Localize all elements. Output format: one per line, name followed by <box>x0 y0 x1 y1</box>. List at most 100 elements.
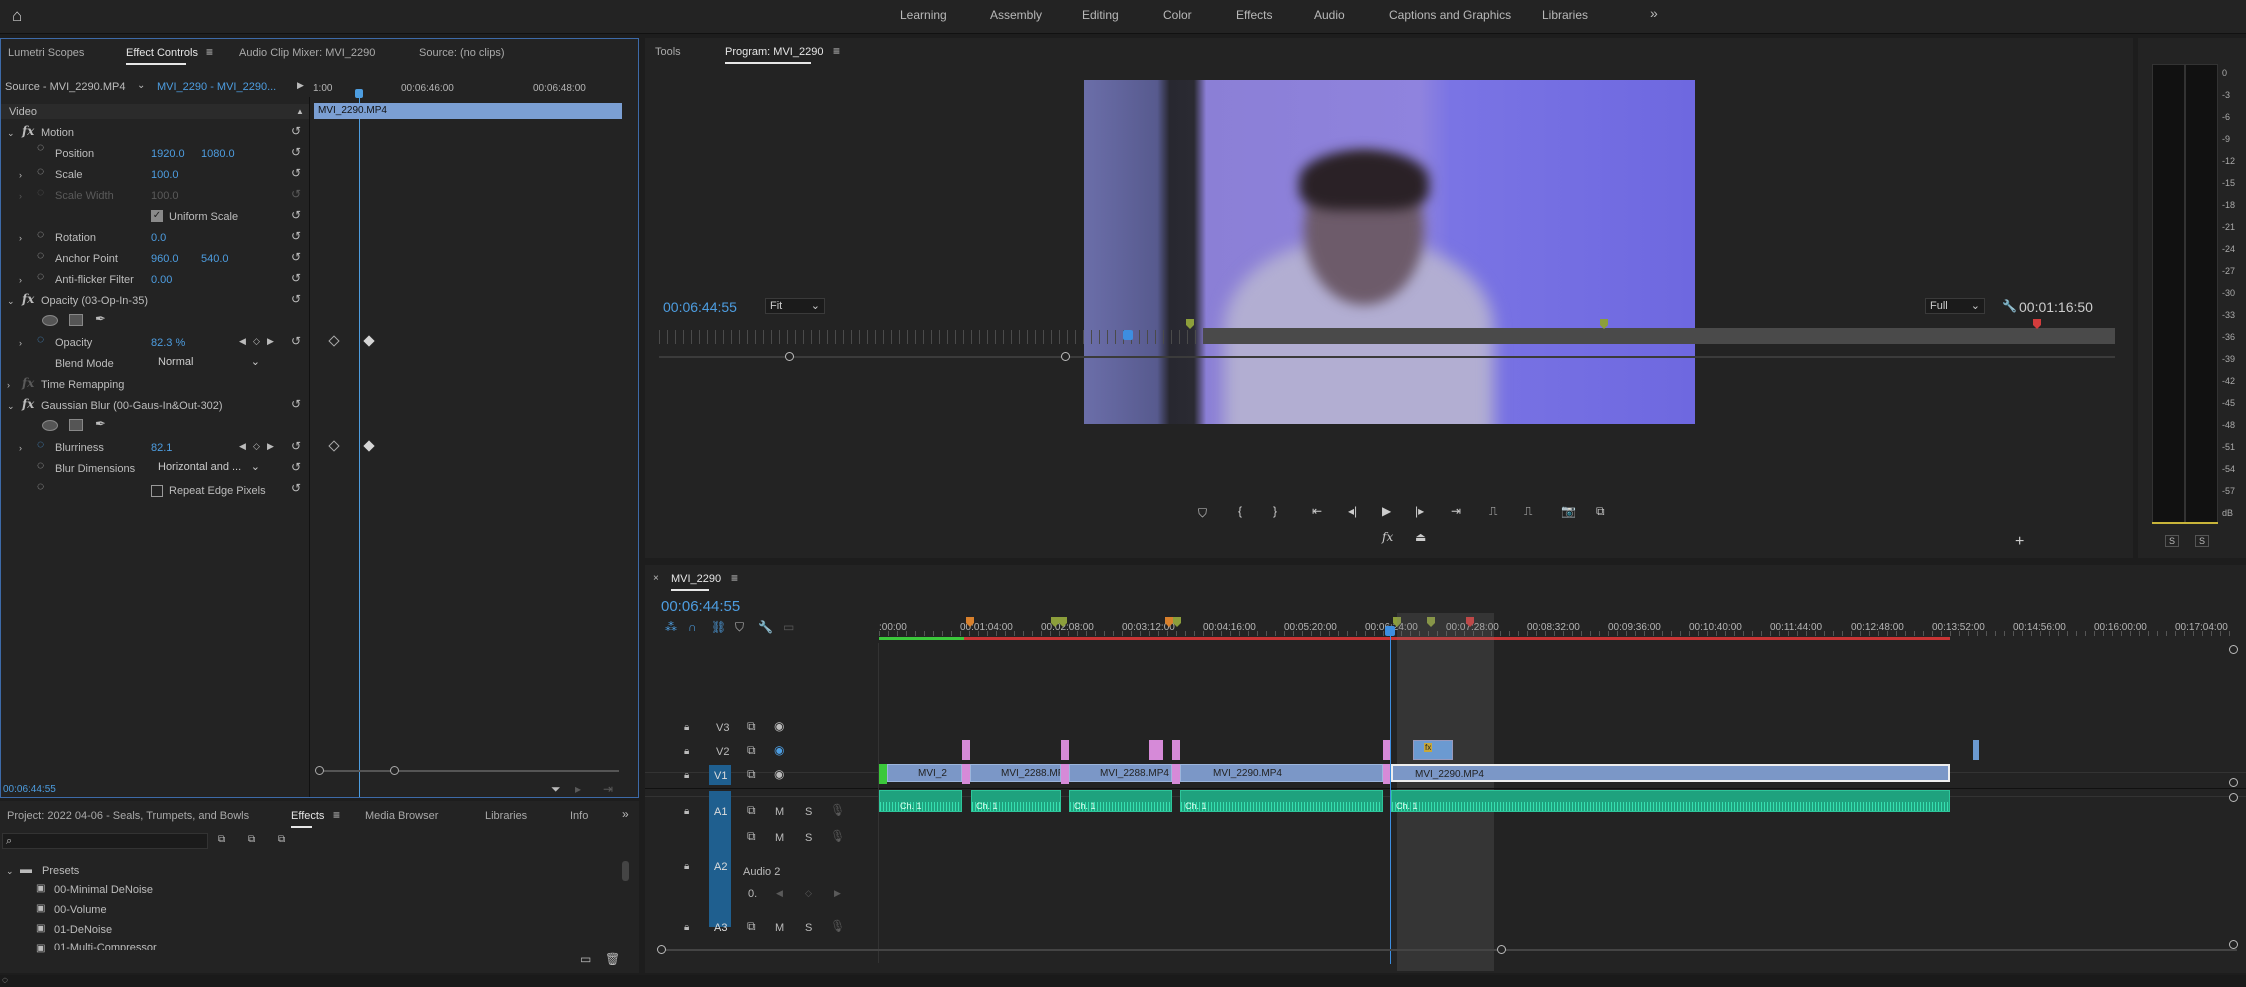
a1-clip[interactable]: Ch. 1 <box>1391 790 1950 812</box>
next-keyframe-icon[interactable]: ▶ <box>834 887 841 899</box>
camera-icon[interactable]: 📷 <box>1561 504 1576 518</box>
position-y-value[interactable]: 1080.0 <box>201 148 235 160</box>
program-zoom-bar[interactable] <box>659 356 2115 358</box>
ellipse-mask-icon[interactable] <box>42 420 58 431</box>
wrench-icon[interactable]: 🔧 <box>758 621 773 633</box>
track-a1-label[interactable]: A1 <box>714 806 727 818</box>
sequence-selector[interactable]: MVI_2290 - MVI_2290... <box>157 81 292 93</box>
reset-icon[interactable]: ↺ <box>291 145 301 159</box>
repeat-edge-checkbox[interactable] <box>151 485 163 497</box>
lock-icon[interactable]: 🔒︎ <box>684 770 689 782</box>
position-x-value[interactable]: 1920.0 <box>151 148 185 160</box>
collapse-chevron-icon[interactable]: ⌄ <box>7 127 15 139</box>
preset-item[interactable]: 01-Multi-Compressor <box>54 942 157 950</box>
microphone-icon[interactable]: 🎙︎ <box>830 830 845 842</box>
pen-mask-icon[interactable]: ✒ <box>95 417 106 430</box>
prev-keyframe-icon[interactable]: ◀ <box>776 887 783 899</box>
eye-icon[interactable]: ◉ <box>774 720 784 732</box>
home-icon[interactable]: ⌂ <box>12 6 22 26</box>
next-keyframe-icon[interactable]: ▶ <box>267 440 274 452</box>
stopwatch-icon[interactable]: ◌ <box>37 141 44 153</box>
extract-icon[interactable]: ⎍ <box>1524 504 1532 519</box>
lock-icon[interactable]: 🔒︎ <box>684 746 689 758</box>
scale-value[interactable]: 100.0 <box>151 169 179 181</box>
v2-clip[interactable] <box>1973 740 1979 760</box>
lift-icon[interactable]: ⎍ <box>1489 504 1497 519</box>
workspace-assembly[interactable]: Assembly <box>990 8 1042 22</box>
expand-chevron-icon[interactable]: › <box>19 274 22 286</box>
linked-selection-icon[interactable]: ⛓ <box>711 621 726 633</box>
tab-media-browser[interactable]: Media Browser <box>365 810 438 822</box>
solo-button[interactable]: S <box>805 922 812 934</box>
video-track-scroll-handle-top[interactable] <box>2229 645 2238 654</box>
ec-zoom-scrollbar[interactable] <box>319 770 619 772</box>
tab-source[interactable]: Source: (no clips) <box>419 47 505 59</box>
v1-transition[interactable] <box>1061 764 1069 784</box>
new-bin-icon[interactable]: ▭ <box>580 953 591 965</box>
video-track-scroll-handle[interactable] <box>2229 778 2238 787</box>
expand-chevron-icon[interactable]: › <box>7 379 10 391</box>
reset-icon[interactable]: ↺ <box>291 166 301 180</box>
blur-dimensions-dropdown[interactable]: Horizontal and ... ⌄ <box>154 460 264 474</box>
program-video-frame[interactable] <box>1084 80 1695 424</box>
program-timecode[interactable]: 00:06:44:55 <box>663 299 737 315</box>
source-selector[interactable]: Source - MVI_2290.MP4 <box>5 81 135 93</box>
stopwatch-icon[interactable]: ◌ <box>37 165 44 177</box>
stopwatch-icon[interactable]: ◌ <box>37 249 44 261</box>
v1-transition[interactable] <box>1172 764 1180 784</box>
fx-toggle-icon[interactable]: fx <box>1382 530 1393 544</box>
more-workspaces-icon[interactable]: » <box>1650 5 1658 21</box>
v1-clip[interactable]: MVI_2290.MP4 <box>1180 764 1383 782</box>
sync-lock-icon[interactable]: ⧉ <box>747 720 756 732</box>
audio-track-scroll-handle-bottom[interactable] <box>2229 940 2238 949</box>
play-icon[interactable]: ▶ <box>1382 504 1391 518</box>
microphone-icon[interactable]: 🎙︎ <box>830 920 845 932</box>
sync-lock-icon[interactable]: ⧉ <box>747 920 756 932</box>
reset-icon[interactable]: ↺ <box>291 271 301 285</box>
lock-icon[interactable]: 🔒︎ <box>684 806 689 818</box>
tab-audio-clip-mixer[interactable]: Audio Clip Mixer: MVI_2290 <box>239 47 375 59</box>
keyframe[interactable] <box>363 335 375 347</box>
mark-out-icon[interactable]: } <box>1273 504 1277 518</box>
stopwatch-icon[interactable]: ◌ <box>37 438 44 450</box>
mute-button[interactable]: M <box>775 922 784 934</box>
32bit-effects-icon[interactable]: ⧉ <box>248 834 255 846</box>
mute-button[interactable]: M <box>775 832 784 844</box>
sync-lock-icon[interactable]: ⧉ <box>747 768 756 780</box>
stopwatch-icon[interactable]: ◌ <box>37 459 44 471</box>
rectangle-mask-icon[interactable] <box>69 419 83 431</box>
go-to-out-icon[interactable]: ⇥ <box>1451 504 1461 518</box>
v2-clip[interactable] <box>1172 740 1180 760</box>
expand-chevron-icon[interactable]: › <box>19 169 22 181</box>
workspace-color[interactable]: Color <box>1163 8 1192 22</box>
v1-clip[interactable]: MVI_2288.MP4 <box>1069 764 1172 782</box>
timeline-zoom-handle-left[interactable] <box>657 945 666 954</box>
sync-lock-icon[interactable]: ⧉ <box>747 804 756 816</box>
track-a2-label[interactable]: A2 <box>714 861 727 873</box>
program-zoom-handle-right[interactable] <box>1061 352 1070 361</box>
timeline-zoom-handle-right[interactable] <box>1497 945 1506 954</box>
reset-icon[interactable]: ↺ <box>291 229 301 243</box>
keyframe[interactable] <box>328 440 340 452</box>
solo-button[interactable]: S <box>805 832 812 844</box>
reset-icon[interactable]: ↺ <box>291 397 301 411</box>
more-panels-icon[interactable]: » <box>622 808 629 820</box>
reset-icon[interactable]: ↺ <box>291 208 301 222</box>
tab-tools[interactable]: Tools <box>655 46 681 58</box>
sync-lock-icon[interactable]: ⧉ <box>747 830 756 842</box>
collapse-chevron-icon[interactable]: ⌄ <box>7 295 15 307</box>
preset-item[interactable]: 01-DeNoise <box>54 924 112 936</box>
a1-clip[interactable]: Ch. 1 <box>1180 790 1383 812</box>
solo-button[interactable]: S <box>805 806 812 818</box>
anchor-y-value[interactable]: 540.0 <box>201 253 229 265</box>
audio2-volume[interactable]: 0. <box>748 888 757 900</box>
v2-graphic-clip[interactable]: fx <box>1413 740 1453 760</box>
tab-effect-controls[interactable]: Effect Controls <box>126 47 198 65</box>
timeline-playhead-handle[interactable] <box>1385 626 1395 636</box>
trash-icon[interactable]: 🗑 <box>605 953 620 965</box>
program-playhead[interactable] <box>1123 330 1133 340</box>
ec-zoom-handle-right[interactable] <box>390 766 399 775</box>
uniform-scale-checkbox[interactable]: ✓ <box>151 210 163 222</box>
antiflicker-value[interactable]: 0.00 <box>151 274 172 286</box>
project-scrollbar[interactable] <box>622 861 629 881</box>
